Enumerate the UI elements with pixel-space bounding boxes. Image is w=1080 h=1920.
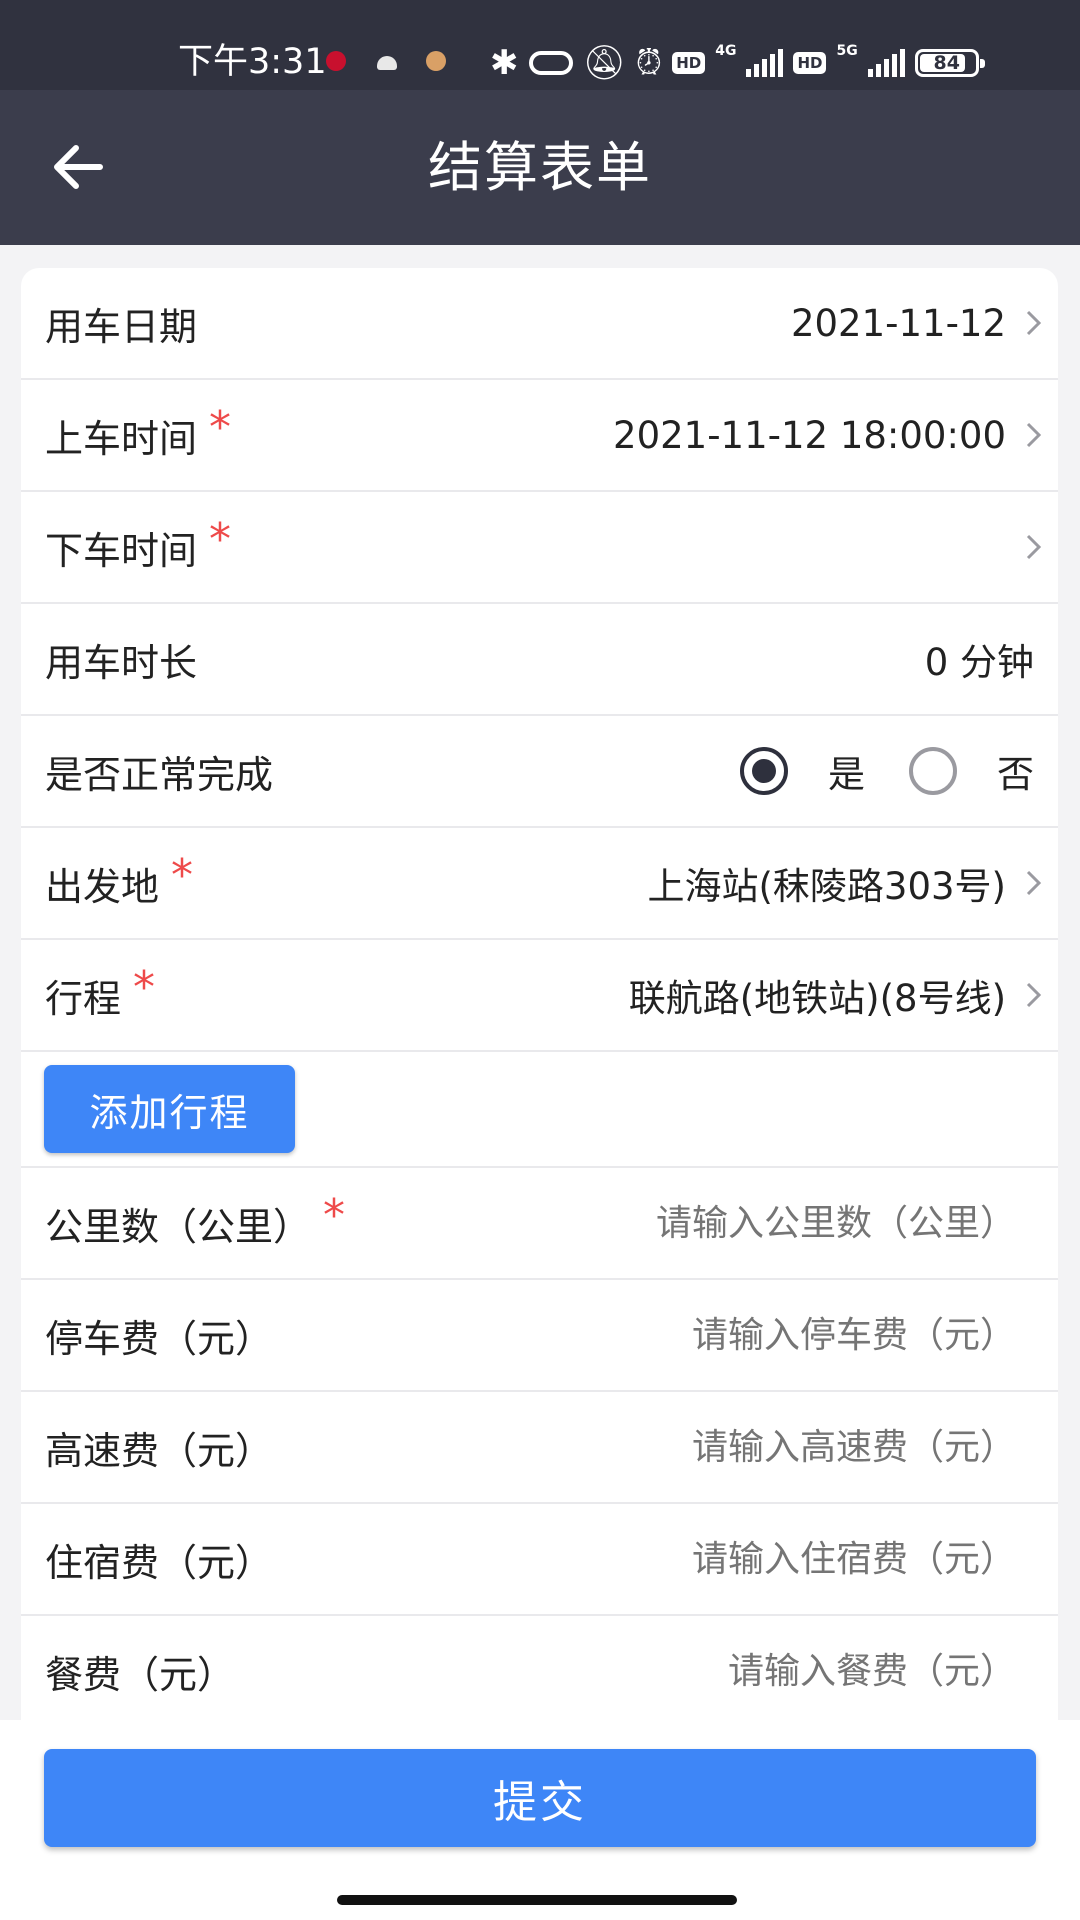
battery-icon: 84 xyxy=(914,48,985,77)
use-date-value: 2021-11-12 xyxy=(790,301,1006,345)
signal-icon xyxy=(746,48,784,77)
signal-icon xyxy=(867,48,905,77)
radio-yes[interactable] xyxy=(740,747,788,795)
departure-value: 上海站(秣陵路303号) xyxy=(647,865,1007,908)
submit-button[interactable]: 提交 xyxy=(44,1749,1036,1847)
required-mark: * xyxy=(209,401,232,453)
toll-input[interactable] xyxy=(556,1426,1016,1468)
radio-no[interactable] xyxy=(909,747,957,795)
network-type: 4G xyxy=(715,42,737,59)
completed-radio-group: 是 否 xyxy=(740,744,1034,798)
app-notification-icon xyxy=(326,51,346,71)
mileage-input[interactable] xyxy=(556,1202,1016,1244)
completed-row: 是否正常完成 是 否 xyxy=(21,716,1058,828)
add-route-button[interactable]: 添加行程 xyxy=(44,1065,295,1153)
dropoff-time-label: 下车时间 * xyxy=(45,514,231,575)
chevron-right-icon xyxy=(1026,870,1042,896)
radio-yes-label[interactable]: 是 xyxy=(828,744,865,798)
app-bar: 结算表单 xyxy=(0,90,1080,245)
mileage-row: 公里数（公里） * xyxy=(21,1168,1058,1280)
duration-label: 用车时长 xyxy=(45,640,198,685)
status-time: 下午3:31 xyxy=(178,42,327,82)
settlement-form: 用车日期 2021-11-12 上车时间 * 2021-11-12 18:00:0… xyxy=(21,268,1058,1720)
chevron-right-icon xyxy=(1026,422,1042,448)
parking-input[interactable] xyxy=(556,1314,1016,1356)
hd-badge: HD xyxy=(672,51,706,74)
use-date-row[interactable]: 用车日期 2021-11-12 xyxy=(21,268,1058,380)
use-date-label: 用车日期 xyxy=(45,304,198,349)
app-notification-icon xyxy=(377,56,397,70)
add-route-row: 添加行程 xyxy=(21,1052,1058,1168)
meal-label: 餐费（元） xyxy=(45,1652,236,1697)
completed-label: 是否正常完成 xyxy=(45,752,274,797)
page-title: 结算表单 xyxy=(428,136,652,199)
chevron-right-icon xyxy=(1026,982,1042,1008)
pickup-time-label: 上车时间 * xyxy=(45,402,231,463)
alarm-icon: ⏰︎ xyxy=(635,42,663,83)
status-bar: 下午3:31 ✱ 🔕︎ ⏰︎ HD 4G HD 5G 84 xyxy=(0,0,1080,90)
parking-row: 停车费（元） xyxy=(21,1280,1058,1392)
toll-label: 高速费（元） xyxy=(45,1428,274,1473)
pickup-time-value: 2021-11-12 18:00:00 xyxy=(613,413,1006,457)
departure-row[interactable]: 出发地 * 上海站(秣陵路303号) xyxy=(21,828,1058,940)
duration-value: 0 分钟 xyxy=(924,641,1034,684)
route-label: 行程 * xyxy=(45,962,155,1023)
route-label-text: 行程 xyxy=(45,976,122,1021)
battery-level: 84 xyxy=(933,51,960,74)
departure-label: 出发地 * xyxy=(45,850,193,911)
required-mark: * xyxy=(209,513,232,565)
hd-badge: HD xyxy=(793,51,827,74)
chevron-right-icon xyxy=(1026,534,1042,560)
departure-label-text: 出发地 xyxy=(45,864,160,909)
pickup-time-row[interactable]: 上车时间 * 2021-11-12 18:00:00 xyxy=(21,380,1058,492)
link-icon xyxy=(528,50,573,75)
parking-label: 停车费（元） xyxy=(45,1316,274,1361)
pickup-time-label-text: 上车时间 xyxy=(45,416,198,461)
lodging-label: 住宿费（元） xyxy=(45,1540,274,1585)
meal-input[interactable] xyxy=(556,1650,1016,1692)
mileage-label: 公里数（公里） * xyxy=(45,1190,345,1251)
bottom-bar: 提交 xyxy=(0,1720,1080,1920)
duration-row: 用车时长 0 分钟 xyxy=(21,604,1058,716)
required-mark: * xyxy=(133,961,156,1013)
home-indicator[interactable] xyxy=(337,1895,737,1905)
app-notification-icon xyxy=(426,51,446,71)
required-mark: * xyxy=(171,849,194,901)
status-icons: ✱ 🔕︎ ⏰︎ HD 4G HD 5G 84 xyxy=(490,40,985,85)
toll-row: 高速费（元） xyxy=(21,1392,1058,1504)
required-mark: * xyxy=(323,1189,346,1241)
chevron-right-icon xyxy=(1026,310,1042,336)
route-row[interactable]: 行程 * 联航路(地铁站)(8号线) xyxy=(21,940,1058,1052)
mileage-label-text: 公里数（公里） xyxy=(45,1204,312,1249)
bluetooth-icon: ✱ xyxy=(490,42,519,83)
route-value: 联航路(地铁站)(8号线) xyxy=(628,977,1006,1020)
network-type: 5G xyxy=(836,42,858,59)
lodging-input[interactable] xyxy=(556,1538,1016,1580)
meal-row: 餐费（元） xyxy=(21,1616,1058,1720)
dropoff-time-row[interactable]: 下车时间 * xyxy=(21,492,1058,604)
mute-icon: 🔕︎ xyxy=(582,42,626,83)
radio-no-label[interactable]: 否 xyxy=(997,744,1034,798)
dropoff-time-label-text: 下车时间 xyxy=(45,528,198,573)
lodging-row: 住宿费（元） xyxy=(21,1504,1058,1616)
